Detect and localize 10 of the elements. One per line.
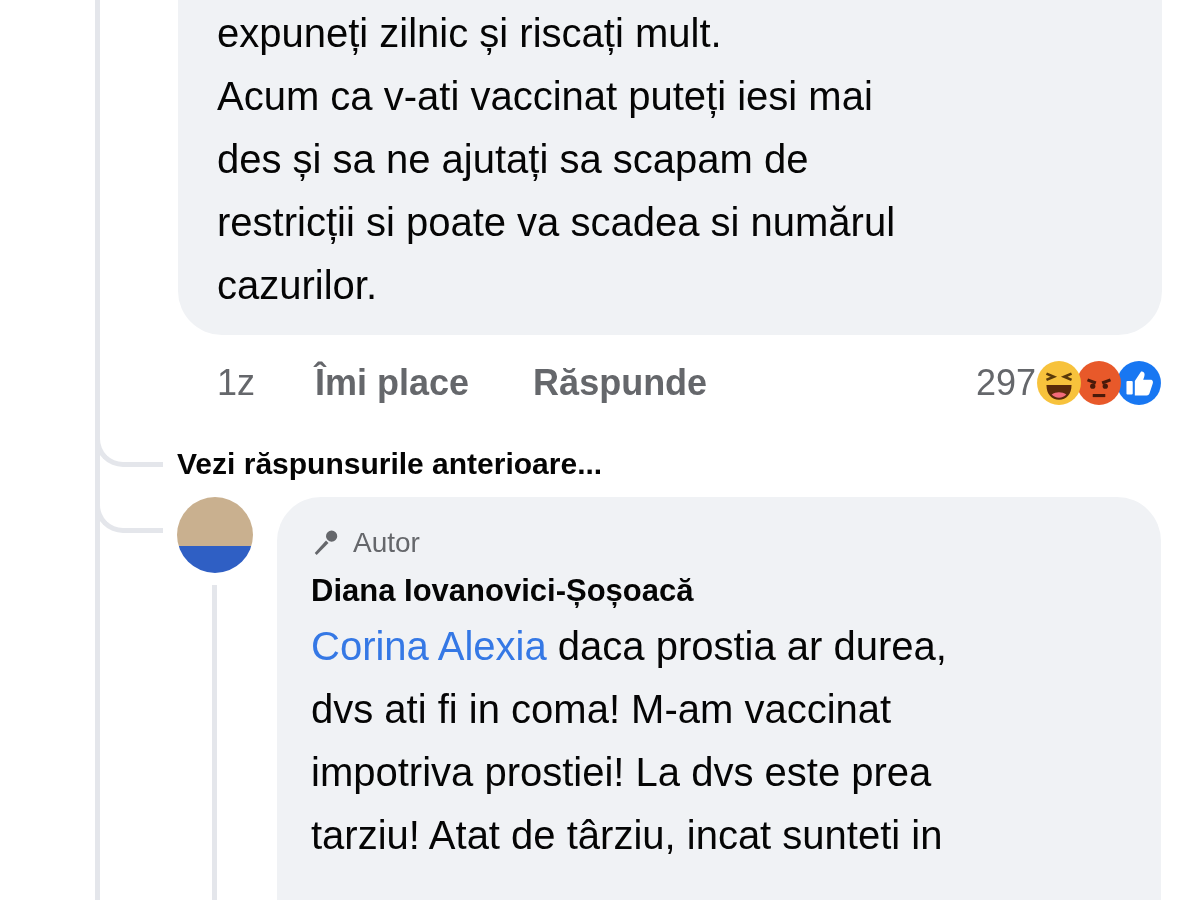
reply-text: Corina Alexia daca prostia ar durea, dvs ati fi in coma! M-am vaccinat impotriva prostiei! La dvs este prea tarziu! Atat de târziu, incat sunteti in [311,623,948,859]
like-link[interactable]: Îmi place [315,362,470,404]
author-name[interactable]: Diana Iovanovici-Șoșoacă [311,571,1131,611]
comment-time: 1z [217,362,256,404]
author-label: Autor [353,527,420,559]
reply-link[interactable]: Răspunde [533,362,708,404]
comment-text: expuneți zilnic și riscați mult. Acum ca v-ati vaccinat puteți iesi mai des și sa ne ajutați sa scapam de restricții si poate va scadea si numărul cazurilor. [178,0,1162,335]
previous-replies-link[interactable]: Vezi răspunsurile anterioare... [177,447,603,481]
mention-link[interactable]: Corina Alexia [311,624,547,668]
reaction-count: 297 [975,362,1036,404]
